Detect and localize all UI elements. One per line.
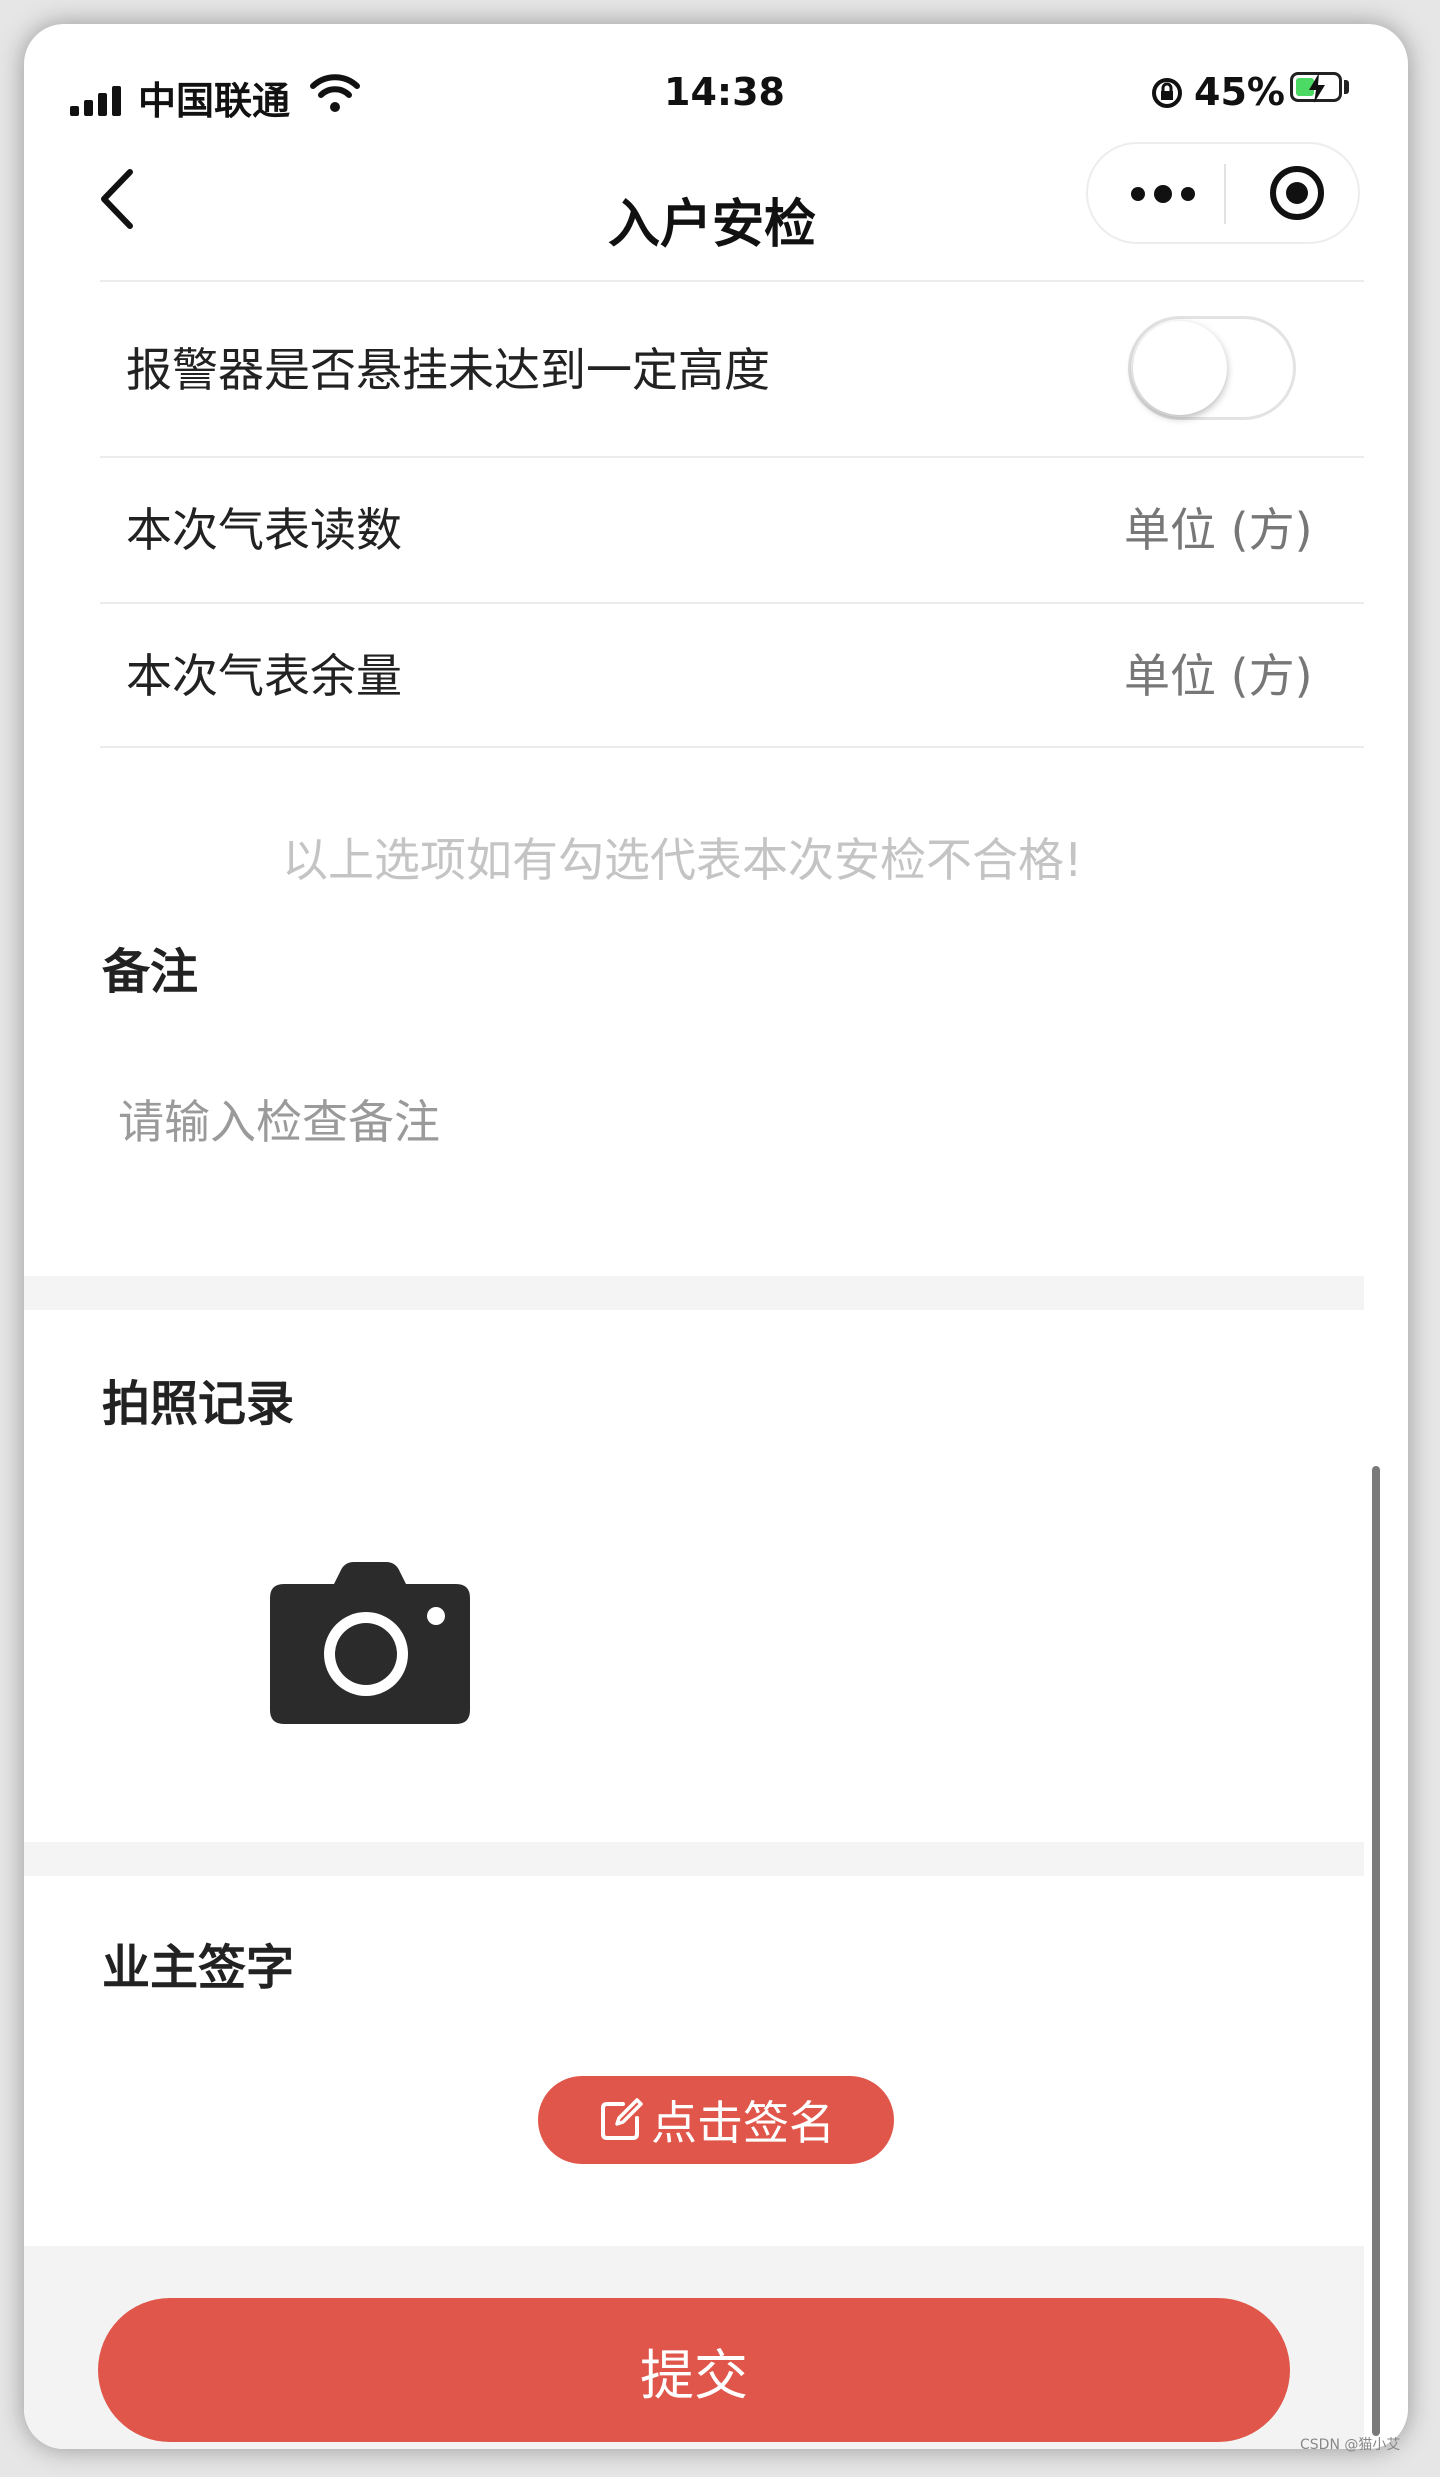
more-dots-icon[interactable] [1128, 182, 1198, 206]
bolt-icon [1309, 73, 1325, 103]
remark-input[interactable]: 请输入检查备注 [118, 1086, 1318, 1206]
battery-percent: 45% [1194, 70, 1285, 114]
capsule-divider [1224, 164, 1226, 224]
row-divider [100, 280, 1364, 282]
unqualified-hint: 以上选项如有勾选代表本次安检不合格! [282, 833, 1083, 887]
target-circle-icon[interactable] [1268, 164, 1326, 222]
watermark: CSDN @猫小艾 [1300, 2437, 1401, 2453]
camera-icon[interactable] [270, 1562, 470, 1724]
chevron-left-icon[interactable] [98, 168, 138, 230]
sign-button-label: 点击签名 [651, 2096, 835, 2150]
toggle-knob [1133, 321, 1227, 415]
submit-button[interactable]: 提交 [98, 2298, 1290, 2442]
page-title: 入户安检 [608, 195, 817, 255]
section-separator [24, 1276, 1364, 1310]
section-separator [24, 1842, 1364, 1876]
wifi-icon [310, 74, 360, 112]
photo-title: 拍照记录 [102, 1376, 295, 1432]
meter-reading-label: 本次气表读数 [126, 503, 402, 557]
meter-balance-label: 本次气表余量 [126, 649, 402, 703]
remark-title: 备注 [102, 944, 199, 1000]
signature-title: 业主签字 [102, 1940, 295, 1996]
scrollbar[interactable] [1372, 1466, 1380, 2436]
row-divider [100, 602, 1364, 604]
submit-button-label: 提交 [640, 2343, 748, 2407]
battery-tip [1344, 80, 1349, 94]
alarm-height-toggle[interactable] [1128, 316, 1296, 420]
status-time: 14:38 [664, 70, 785, 114]
sign-button[interactable]: 点击签名 [538, 2076, 894, 2164]
signal-icon [70, 86, 124, 116]
carrier-label: 中国联通 [138, 79, 291, 123]
meter-reading-input[interactable]: 单位 (方) [1124, 494, 1313, 560]
alarm-height-label: 报警器是否悬挂未达到一定高度 [126, 343, 770, 397]
meter-balance-input[interactable]: 单位 (方) [1124, 640, 1313, 706]
battery-charging-icon [1290, 72, 1342, 103]
edit-icon [601, 2098, 643, 2140]
row-divider [100, 456, 1364, 458]
phone-screen: 中国联通 14:38 45% 入户安检 报警器是否悬挂未达到一定高度 本次气表读… [24, 24, 1408, 2449]
rotation-lock-icon [1152, 78, 1182, 108]
row-divider [100, 746, 1364, 748]
